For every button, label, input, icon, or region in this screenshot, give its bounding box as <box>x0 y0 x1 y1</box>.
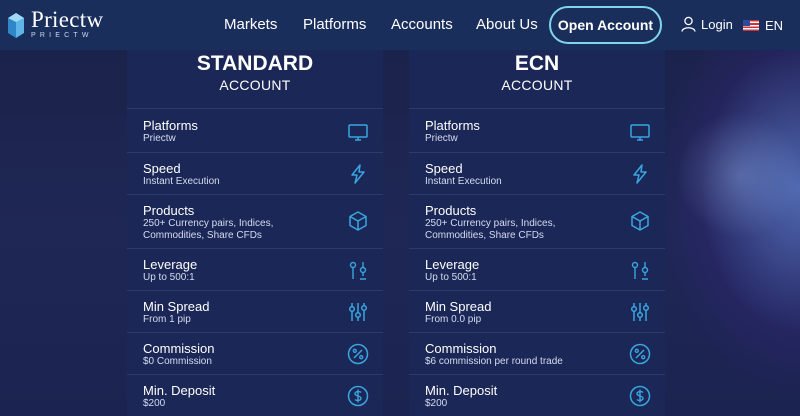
feature-value: 250+ Currency pairs, Indices, <box>143 218 274 229</box>
monitor-icon <box>630 124 650 141</box>
feature-row-speed: Speed Instant Execution <box>127 152 383 194</box>
nav-item-about-us[interactable]: About Us <box>476 16 538 33</box>
sliders-icon <box>630 303 650 321</box>
feature-row-products: Products 250+ Currency pairs, Indices, C… <box>127 194 383 248</box>
account-subtitle: ACCOUNT <box>219 77 291 93</box>
feature-row-leverage: Leverage Up to 500:1 <box>127 248 383 290</box>
cube-icon <box>631 211 649 231</box>
account-subtitle: ACCOUNT <box>501 77 573 93</box>
feature-row-min-spread: Min Spread From 1 pip <box>127 290 383 332</box>
feature-label: Min. Deposit <box>425 383 498 398</box>
feature-row-min-deposit: Min. Deposit $200 <box>127 374 383 416</box>
lightning-icon <box>351 164 365 184</box>
feature-value: $6 commission per round trade <box>425 356 563 367</box>
feature-value: From 0.0 pip <box>425 314 482 325</box>
feature-value-line2: Commodities, Share CFDs <box>425 230 544 241</box>
account-card-standard: STANDARD ACCOUNT Platforms Priectw Speed… <box>127 50 383 416</box>
account-title: STANDARD <box>196 52 314 75</box>
feature-label: Commission <box>143 341 215 356</box>
logo-mark-icon <box>8 13 24 38</box>
feature-value: Up to 500:1 <box>143 272 195 283</box>
nav-item-markets[interactable]: Markets <box>224 16 277 33</box>
feature-label: Speed <box>143 161 181 176</box>
feature-row-min-spread: Min Spread From 0.0 pip <box>409 290 665 332</box>
account-card-ecn: ECN ACCOUNT Platforms Priectw Speed Inst… <box>409 50 665 416</box>
feature-value: Instant Execution <box>143 176 220 187</box>
open-account-button[interactable]: Open Account <box>549 6 662 44</box>
feature-label: Platforms <box>143 118 198 133</box>
lightning-icon <box>633 164 647 184</box>
feature-row-platforms: Platforms Priectw <box>409 108 665 152</box>
feature-label: Leverage <box>425 257 480 272</box>
leverage-icon <box>349 261 367 280</box>
feature-label: Leverage <box>143 257 198 272</box>
feature-value: Instant Execution <box>425 176 502 187</box>
page-background <box>0 0 800 416</box>
login-link[interactable]: Login <box>681 16 733 32</box>
brand-subline: PRIECTW <box>31 32 93 39</box>
feature-value: Priectw <box>143 133 176 144</box>
login-label: Login <box>701 16 733 32</box>
feature-row-commission: Commission $6 commission per round trade <box>409 332 665 374</box>
feature-label: Speed <box>425 161 463 176</box>
leverage-icon <box>631 261 649 280</box>
feature-row-commission: Commission $0 Commission <box>127 332 383 374</box>
feature-value: From 1 pip <box>143 314 191 325</box>
feature-row-leverage: Leverage Up to 500:1 <box>409 248 665 290</box>
top-navbar: Priectw PRIECTW Markets Platforms Accoun… <box>0 0 800 50</box>
feature-value-line2: Commodities, Share CFDs <box>143 230 262 241</box>
sliders-icon <box>348 303 368 321</box>
feature-label: Commission <box>425 341 497 356</box>
feature-value: $200 <box>143 398 166 409</box>
dollar-icon <box>347 385 369 407</box>
dollar-icon <box>629 385 651 407</box>
feature-label: Products <box>425 203 477 218</box>
feature-value: 250+ Currency pairs, Indices, <box>425 218 556 229</box>
language-selector[interactable]: EN <box>743 18 783 33</box>
nav-item-platforms[interactable]: Platforms <box>303 16 366 33</box>
feature-label: Platforms <box>425 118 480 133</box>
us-flag-icon <box>743 20 759 31</box>
feature-value: Priectw <box>425 133 458 144</box>
feature-row-min-deposit: Min. Deposit $200 <box>409 374 665 416</box>
percent-icon <box>629 343 651 365</box>
feature-label: Min Spread <box>425 299 492 314</box>
feature-value: $200 <box>425 398 448 409</box>
brand-logo[interactable]: Priectw PRIECTW <box>6 8 103 40</box>
feature-value: $0 Commission <box>143 356 212 367</box>
feature-value: Up to 500:1 <box>425 272 477 283</box>
account-title: ECN <box>514 52 560 75</box>
nav-item-accounts[interactable]: Accounts <box>391 16 453 33</box>
feature-row-platforms: Platforms Priectw <box>127 108 383 152</box>
percent-icon <box>347 343 369 365</box>
feature-row-products: Products 250+ Currency pairs, Indices, C… <box>409 194 665 248</box>
feature-label: Min Spread <box>143 299 210 314</box>
cube-icon <box>349 211 367 231</box>
feature-label: Products <box>143 203 195 218</box>
user-icon <box>681 16 696 32</box>
monitor-icon <box>348 124 368 141</box>
language-label: EN <box>765 18 784 33</box>
feature-label: Min. Deposit <box>143 383 216 398</box>
brand-name: Priectw <box>31 7 104 32</box>
feature-row-speed: Speed Instant Execution <box>409 152 665 194</box>
